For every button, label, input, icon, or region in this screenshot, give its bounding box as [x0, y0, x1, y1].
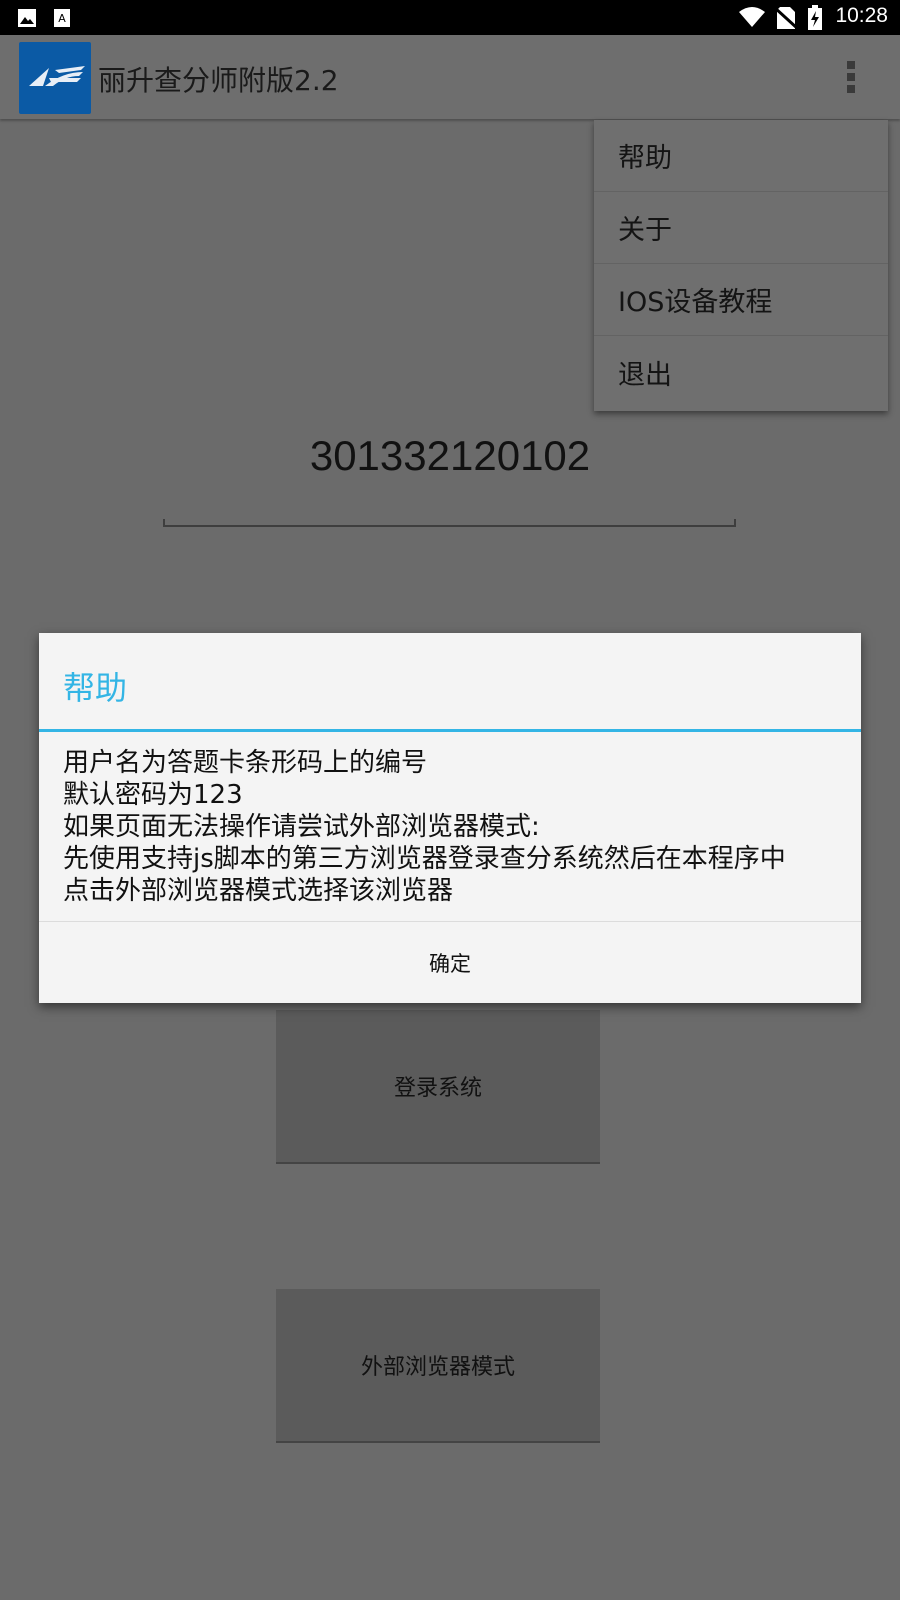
app-title: 丽升查分师附版2.2	[98, 64, 339, 97]
keyboard-icon: A	[54, 9, 70, 27]
battery-charging-icon	[808, 5, 822, 30]
dialog-title-divider	[39, 729, 861, 732]
clock: 10:28	[835, 4, 888, 27]
status-bar: A 10:28	[0, 0, 900, 35]
dialog-line: 如果页面无法操作请尝试外部浏览器模式:	[63, 812, 540, 842]
dialog-line: 用户名为答题卡条形码上的编号	[63, 748, 428, 778]
dialog-line: 点击外部浏览器模式选择该浏览器	[63, 876, 454, 906]
dialog-message: 用户名为答题卡条形码上的编号 默认密码为123 如果页面无法操作请尝试外部浏览器…	[63, 747, 843, 907]
app-logo	[19, 42, 91, 114]
ls-logo-icon	[29, 66, 85, 86]
image-icon	[18, 9, 36, 27]
dialog-line: 先使用支持js脚本的第三方浏览器登录查分系统然后在本程序中	[63, 844, 786, 874]
username-field[interactable]: 301332120102	[0, 432, 900, 480]
dialog-line: 默认密码为123	[63, 780, 243, 810]
overflow-menu: 帮助 关于 IOS设备教程 退出	[594, 120, 888, 411]
svg-text:A: A	[58, 12, 66, 25]
external-browser-button[interactable]: 外部浏览器模式	[276, 1289, 600, 1443]
ok-button[interactable]: 确定	[39, 922, 861, 1003]
dialog-title: 帮助	[63, 669, 128, 707]
menu-item-exit[interactable]: 退出	[594, 336, 888, 408]
login-button[interactable]: 登录系统	[276, 1010, 600, 1164]
menu-item-about[interactable]: 关于	[594, 192, 888, 264]
more-vert-icon[interactable]	[836, 57, 866, 99]
action-bar: 丽升查分师附版2.2	[0, 35, 900, 119]
no-sim-icon	[775, 6, 797, 30]
menu-item-ios-tutorial[interactable]: IOS设备教程	[594, 264, 888, 336]
menu-item-help[interactable]: 帮助	[594, 120, 888, 192]
help-dialog: 帮助 用户名为答题卡条形码上的编号 默认密码为123 如果页面无法操作请尝试外部…	[39, 633, 861, 1003]
wifi-icon	[739, 7, 765, 27]
username-underline	[163, 519, 736, 527]
